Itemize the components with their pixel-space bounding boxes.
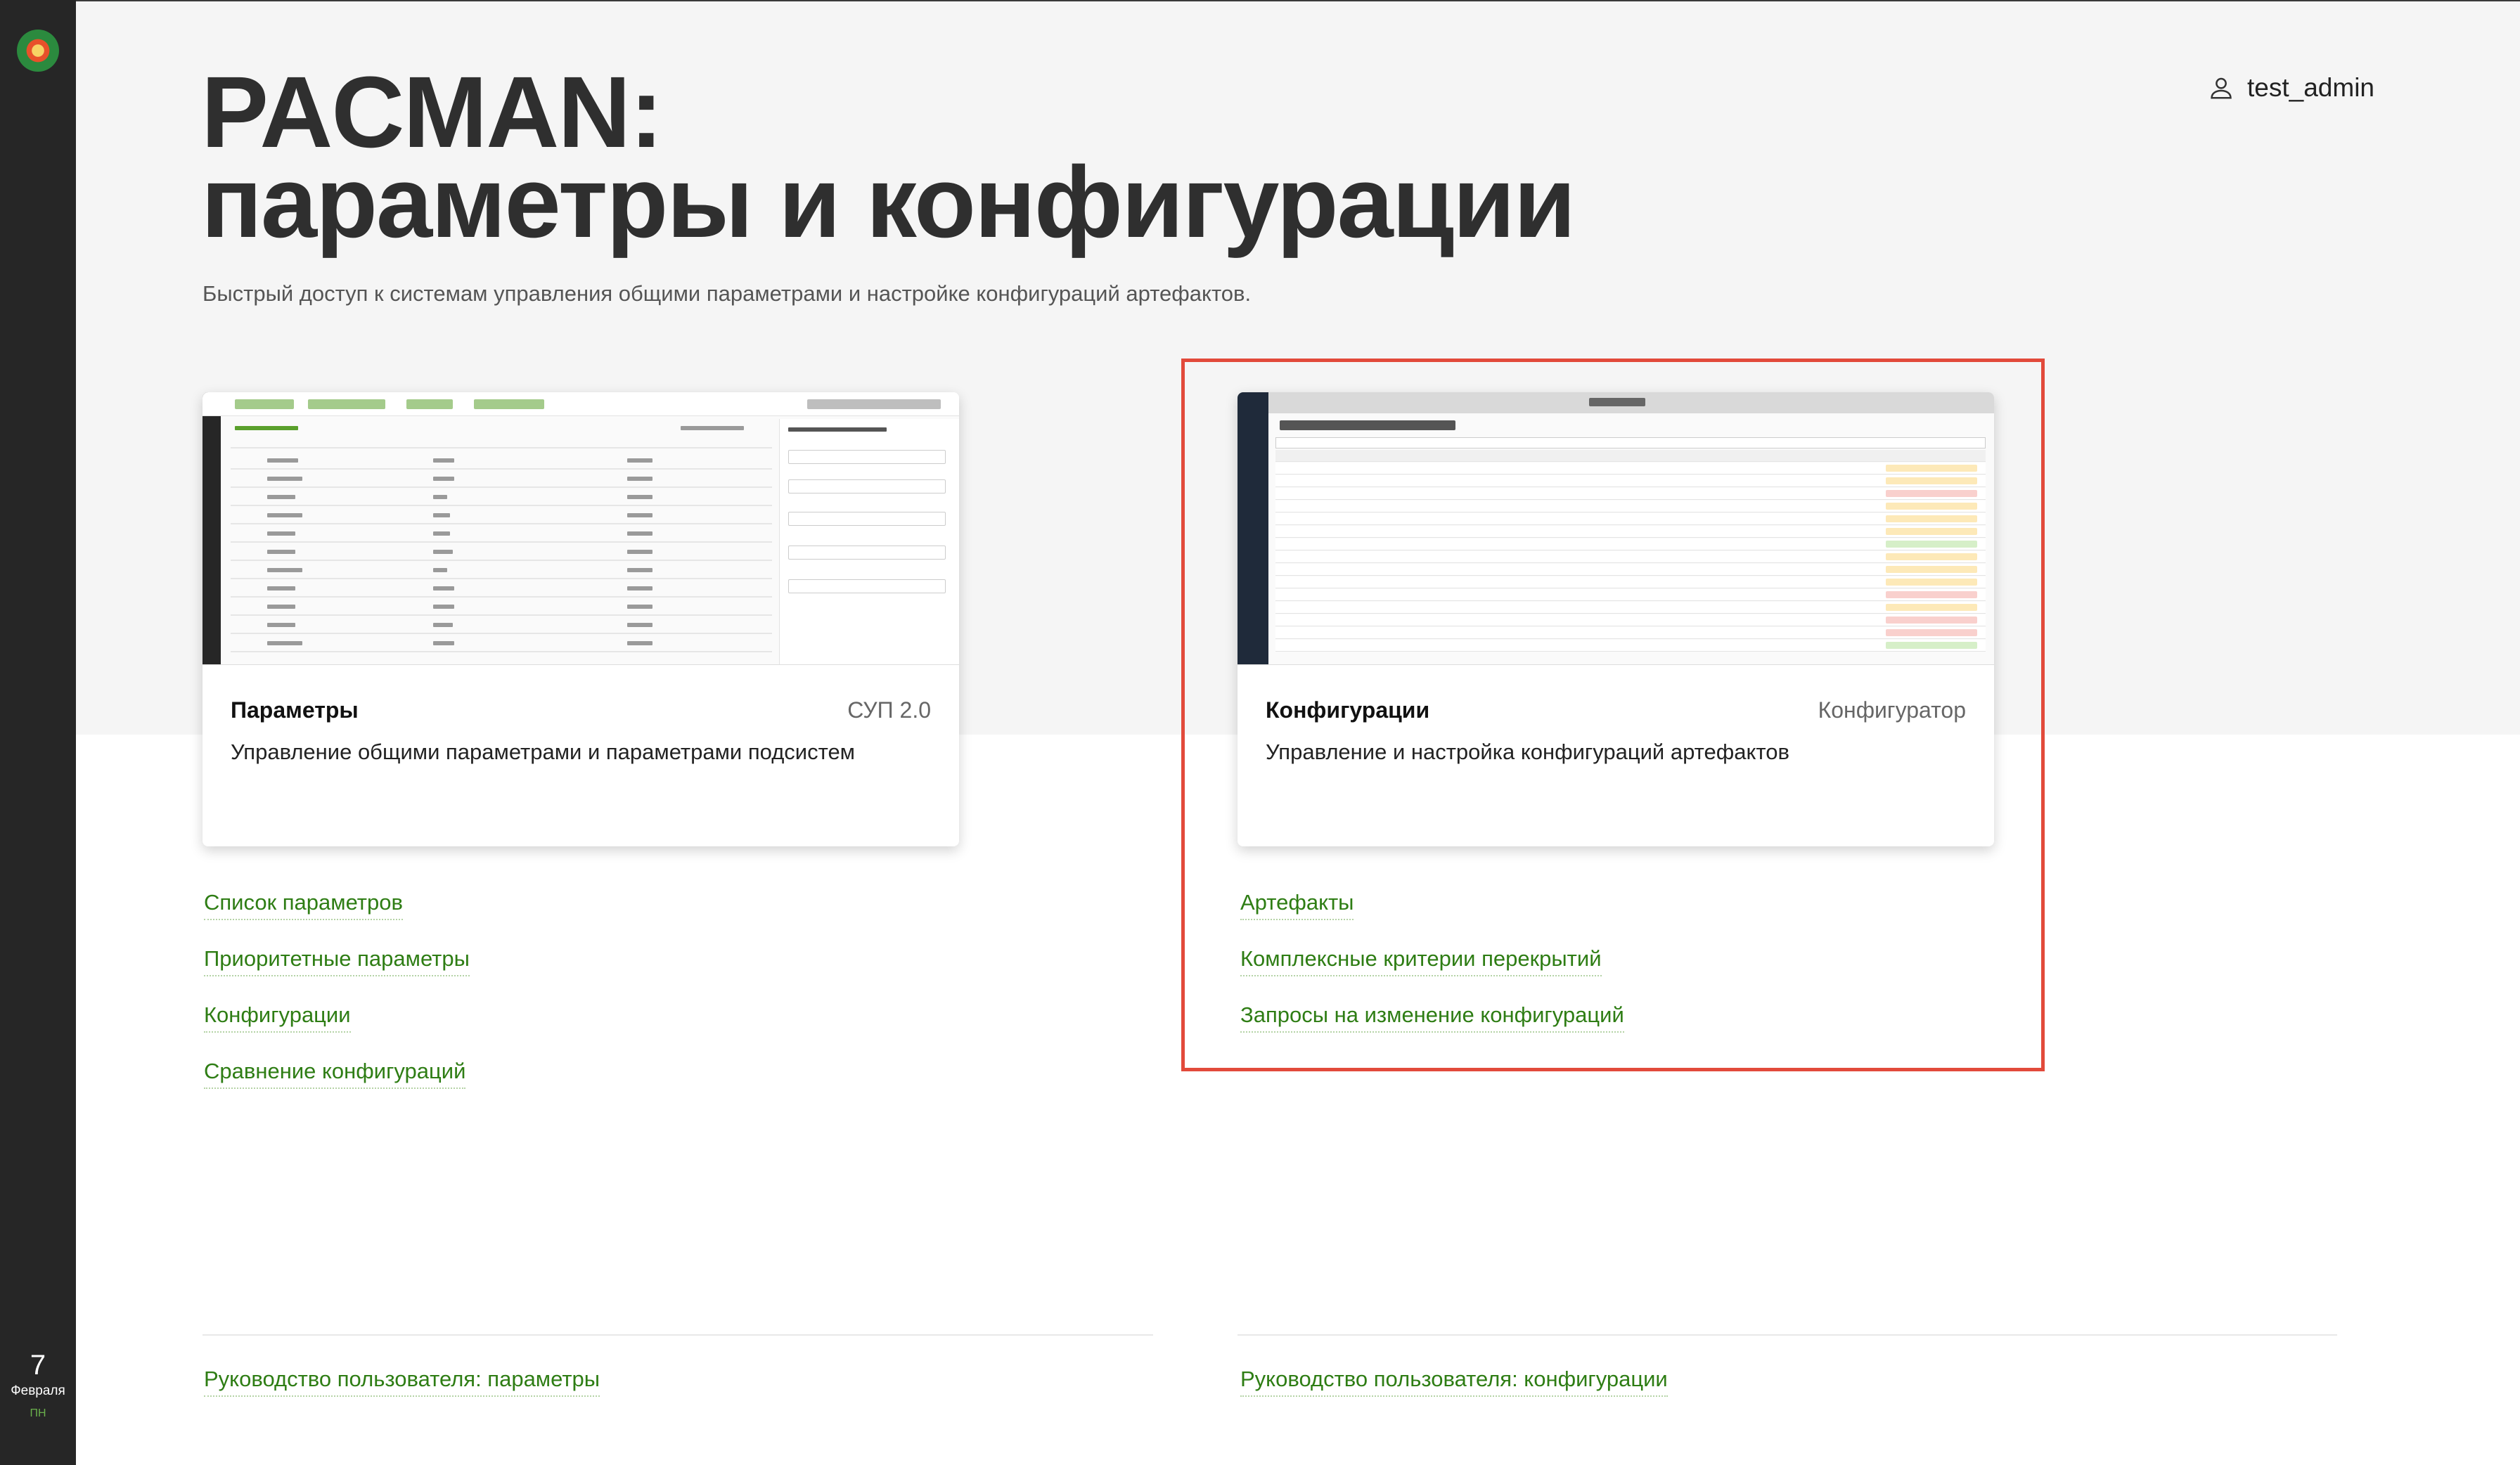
- footer-divider-left: [202, 1334, 1153, 1336]
- card-parameters[interactable]: Параметры СУП 2.0 Управление общими пара…: [202, 392, 959, 846]
- page-title-line1: PACMAN:: [201, 56, 663, 169]
- app-logo-icon[interactable]: [17, 30, 59, 72]
- preview-sidebar: [202, 392, 221, 664]
- calendar-month: Февраля: [11, 1383, 65, 1398]
- preview-tabs: [202, 392, 959, 416]
- link-guide-parameters[interactable]: Руководство пользователя: параметры: [204, 1365, 600, 1397]
- preview-titlebar: [1238, 392, 1994, 413]
- card-configurations-tag: Конфигуратор: [1818, 697, 1966, 723]
- link-guide-configurations[interactable]: Руководство пользователя: конфигурации: [1240, 1365, 1668, 1397]
- page-title: PACMAN: параметры и конфигурации: [201, 56, 1576, 259]
- preview-filter-panel: [779, 419, 959, 664]
- link-artifacts[interactable]: Артефакты: [1240, 889, 1354, 920]
- card-parameters-preview: [202, 392, 959, 665]
- link-overlap-criteria[interactable]: Комплексные критерии перекрытий: [1240, 945, 1602, 976]
- card-parameters-title: Параметры: [231, 697, 359, 723]
- user-icon: [2211, 77, 2232, 99]
- link-priority-parameters[interactable]: Приоритетные параметры: [204, 945, 470, 976]
- card-parameters-description: Управление общими параметрами и параметр…: [231, 740, 855, 764]
- card-configurations-title: Конфигурации: [1266, 697, 1430, 723]
- card-configurations-description: Управление и настройка конфигураций арте…: [1266, 740, 1789, 764]
- link-change-requests[interactable]: Запросы на изменение конфигураций: [1240, 1001, 1624, 1033]
- card-parameters-tag: СУП 2.0: [847, 697, 931, 723]
- page-title-line2: параметры и конфигурации: [201, 146, 1576, 259]
- link-configurations[interactable]: Конфигурации: [204, 1001, 351, 1033]
- calendar-weekday: ПН: [30, 1407, 46, 1419]
- link-parameters-list[interactable]: Список параметров: [204, 889, 403, 920]
- link-configuration-compare[interactable]: Сравнение конфигураций: [204, 1057, 466, 1089]
- preview-sidebar: [1238, 392, 1268, 664]
- card-configurations[interactable]: Конфигурации Конфигуратор Управление и н…: [1238, 392, 1994, 846]
- footer-divider-right: [1238, 1334, 2337, 1336]
- card-configurations-preview: [1238, 392, 1994, 665]
- user-name: test_admin: [2247, 73, 2374, 102]
- left-rail: 7 Февраля ПН: [0, 0, 76, 1465]
- page-subtitle: Быстрый доступ к системам управления общ…: [202, 281, 1252, 306]
- calendar-day: 7: [30, 1350, 46, 1381]
- user-menu[interactable]: test_admin: [2208, 73, 2374, 103]
